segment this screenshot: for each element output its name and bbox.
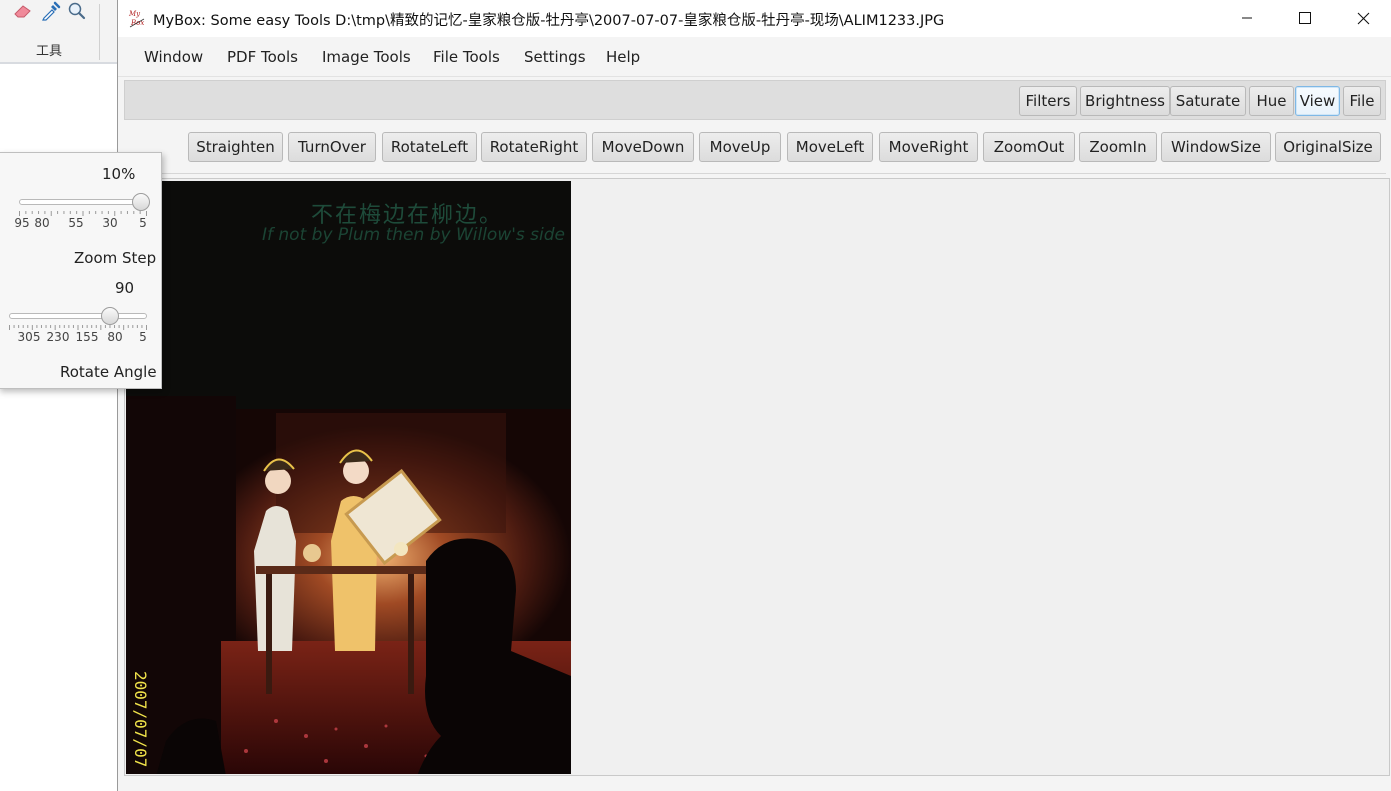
zoom-step-value: 10% bbox=[102, 165, 136, 183]
tab-view[interactable]: View bbox=[1295, 86, 1340, 116]
tab-hue[interactable]: Hue bbox=[1249, 86, 1294, 116]
title-bar[interactable]: My Box MyBox: Some easy Tools D:\tmp\精致的… bbox=[118, 0, 1391, 37]
tab-filters[interactable]: Filters bbox=[1019, 86, 1077, 116]
window-title: MyBox: Some easy Tools D:\tmp\精致的记忆-皇家粮仓… bbox=[153, 13, 945, 29]
tab-saturate[interactable]: Saturate bbox=[1170, 86, 1246, 116]
rotate-tick-label: 80 bbox=[107, 330, 123, 344]
menu-image-tools[interactable]: Image Tools bbox=[322, 48, 411, 66]
rotate-angle-label: Rotate Angle bbox=[60, 363, 157, 381]
move-right-button[interactable]: MoveRight bbox=[879, 132, 978, 162]
stage-photo: 不在梅边在柳边。 If not by Plum then by Willow's… bbox=[126, 181, 571, 774]
zoom-step-tick-labels: 95 80 55 30 5 bbox=[14, 216, 147, 232]
operation-tabs-bar: Filters Brightness Saturate Hue View Fil… bbox=[124, 80, 1386, 120]
menu-window[interactable]: Window bbox=[144, 48, 203, 66]
close-icon[interactable] bbox=[1334, 0, 1391, 36]
rotate-angle-tick-labels: 305 230 155 80 5 bbox=[9, 330, 147, 346]
ribbon-divider bbox=[99, 4, 100, 60]
zoom-tick-label: 5 bbox=[139, 216, 147, 230]
image-viewport[interactable]: 不在梅边在柳边。 If not by Plum then by Willow's… bbox=[124, 178, 1390, 776]
ribbon: 工具 bbox=[0, 0, 118, 64]
original-size-button[interactable]: OriginalSize bbox=[1275, 132, 1381, 162]
window-size-button[interactable]: WindowSize bbox=[1161, 132, 1271, 162]
zoom-tick-label: 55 bbox=[68, 216, 84, 230]
view-settings-popup: 10% 95 80 55 30 5 Zoom Step 90 305 230 1… bbox=[0, 152, 162, 389]
minimize-icon[interactable] bbox=[1218, 0, 1276, 36]
background-app: 工具 bbox=[0, 0, 118, 791]
rotate-tick-label: 5 bbox=[139, 330, 147, 344]
menu-bar: Window PDF Tools Image Tools File Tools … bbox=[118, 37, 1391, 77]
zoom-step-label: Zoom Step bbox=[74, 249, 157, 267]
rotate-left-button[interactable]: RotateLeft bbox=[382, 132, 477, 162]
rotate-tick-label: 305 bbox=[17, 330, 41, 344]
bottom-scroll-area[interactable] bbox=[118, 776, 1391, 791]
app-icon: My Box bbox=[128, 8, 146, 28]
mybox-window: My Box MyBox: Some easy Tools D:\tmp\精致的… bbox=[117, 0, 1391, 791]
zoom-out-button[interactable]: ZoomOut bbox=[983, 132, 1075, 162]
rotate-angle-slider-thumb[interactable] bbox=[100, 307, 119, 325]
zoom-tick-label: 95 bbox=[14, 216, 30, 230]
rotate-right-button[interactable]: RotateRight bbox=[481, 132, 587, 162]
svg-text:My: My bbox=[128, 10, 141, 18]
rotate-tick-label: 155 bbox=[75, 330, 99, 344]
straighten-button[interactable]: Straighten bbox=[188, 132, 283, 162]
menu-settings[interactable]: Settings bbox=[524, 48, 586, 66]
rotate-angle-track[interactable] bbox=[9, 313, 147, 319]
image-caption-english: If not by Plum then by Willow's side bbox=[262, 225, 565, 245]
tab-brightness[interactable]: Brightness bbox=[1080, 86, 1170, 116]
zoom-step-track[interactable] bbox=[19, 199, 147, 205]
eyedropper-icon[interactable] bbox=[40, 0, 62, 22]
maximize-icon[interactable] bbox=[1276, 0, 1334, 36]
image-date-stamp: 2007/07/07 bbox=[131, 671, 150, 768]
move-down-button[interactable]: MoveDown bbox=[592, 132, 694, 162]
magnifier-icon[interactable] bbox=[66, 0, 88, 22]
view-actions-bar: Straighten TurnOver RotateLeft RotateRig… bbox=[124, 124, 1386, 174]
zoom-step-slider-thumb[interactable] bbox=[131, 193, 150, 211]
tab-file[interactable]: File bbox=[1343, 86, 1381, 116]
zoom-in-button[interactable]: ZoomIn bbox=[1079, 132, 1157, 162]
zoom-tick-label: 30 bbox=[102, 216, 118, 230]
turnover-button[interactable]: TurnOver bbox=[288, 132, 376, 162]
rotate-tick-label: 230 bbox=[46, 330, 70, 344]
menu-help[interactable]: Help bbox=[606, 48, 640, 66]
move-up-button[interactable]: MoveUp bbox=[699, 132, 781, 162]
ribbon-group-label: 工具 bbox=[36, 44, 63, 59]
eraser-icon[interactable] bbox=[12, 0, 34, 22]
menu-file-tools[interactable]: File Tools bbox=[433, 48, 500, 66]
menu-pdf-tools[interactable]: PDF Tools bbox=[227, 48, 298, 66]
move-left-button[interactable]: MoveLeft bbox=[787, 132, 873, 162]
zoom-tick-label: 80 bbox=[34, 216, 50, 230]
rotate-angle-value: 90 bbox=[115, 279, 135, 297]
